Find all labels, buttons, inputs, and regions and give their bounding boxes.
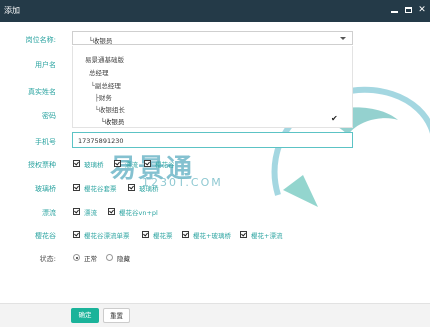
dropdown-option[interactable]: ├财务 [95,92,112,102]
minimize-icon[interactable] [388,4,400,16]
sakura-label: 樱花谷 [35,232,56,240]
position-dropdown: 易景通基础版 总经理 └副总经理 ├财务 └收银组长 └收银员 ✔ [72,46,353,128]
dropdown-option-selected[interactable]: └收银员 [101,116,124,126]
ticket-checkbox-sakura[interactable]: 樱花谷 [144,159,175,169]
rafting-checkbox-rafting[interactable]: 漂流 [73,207,97,217]
rafting-checkbox-sakura-vn-pl[interactable]: 樱花谷vn+pl [108,207,158,217]
dialog-footer [0,303,430,327]
confirm-button[interactable]: 确定 [71,308,99,323]
glassbridge-checkbox-package[interactable]: 樱花谷套票 [73,183,117,193]
username-label: 用户名 [35,61,56,69]
dropdown-option[interactable]: └收银组长 [95,104,125,114]
realname-label: 真实姓名 [28,88,56,96]
dropdown-option[interactable]: └副总经理 [91,80,121,90]
sakura-checkbox-rafting-single[interactable]: 樱花谷漂流单票 [73,230,130,240]
glassbridge-label: 玻璃桥 [35,185,56,193]
glassbridge-checkbox-glassbridge[interactable]: 玻璃桥 [128,183,159,193]
chevron-down-icon [340,37,346,40]
sakura-checkbox-sakura-glassbridge[interactable]: 樱花+玻璃桥 [182,230,231,240]
checkmark-icon: ✔ [331,114,338,123]
close-icon[interactable]: ✕ [416,4,428,16]
position-select-value: └收银员 [89,37,113,45]
status-radio-hidden[interactable]: 隐藏 [106,253,130,263]
dropdown-option[interactable]: 总经理 [89,67,109,77]
window-titlebar: 添加 ✕ [0,0,430,22]
sakura-checkbox-sakura-rafting[interactable]: 樱花+漂流 [240,230,282,240]
status-radio-normal[interactable]: 正常 [73,253,97,263]
dropdown-option[interactable]: 易景通基础版 [85,54,124,64]
reset-button[interactable]: 重置 [103,308,130,323]
phone-label: 手机号 [35,138,56,146]
phone-input-value: 17375891230 [78,137,124,145]
maximize-icon[interactable] [402,4,414,16]
ticket-type-label: 授权票种 [28,161,56,169]
status-label: 状态: [39,255,56,263]
rafting-label: 漂流 [42,209,56,217]
position-select[interactable]: └收银员 [72,31,353,45]
phone-input[interactable]: 17375891230 [72,132,353,148]
window-title: 添加 [4,6,20,15]
ticket-checkbox-rafting[interactable]: 漂流 [114,159,138,169]
password-label: 密码 [42,112,56,120]
position-label: 岗位名称: [25,36,56,44]
ticket-checkbox-glassbridge[interactable]: 玻璃桥 [73,159,104,169]
sakura-checkbox-sakura-ticket[interactable]: 樱花票 [142,230,173,240]
